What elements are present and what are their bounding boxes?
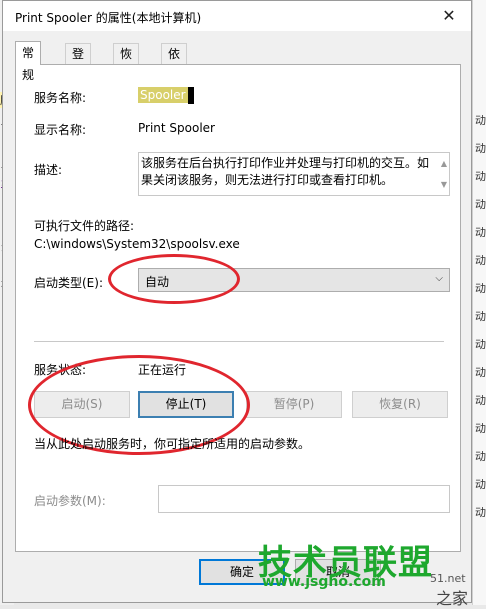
start-params-label: 启动参数(M): (34, 494, 106, 508)
description-textbox[interactable]: 该服务在后台执行打印作业并处理与打印机的交互。如果关闭该服务，则无法进行打印或查… (138, 152, 450, 196)
tab-general[interactable]: 常规 (15, 41, 42, 82)
tab-dependencies[interactable]: 依存关系 (161, 43, 188, 121)
path-label: 可执行文件的路径: (34, 219, 135, 233)
pause-button[interactable]: 暂停(P) (246, 391, 342, 418)
service-name-value[interactable]: Spooler (138, 87, 188, 103)
watermark-corner: 之家 (436, 589, 469, 608)
scroll-up-icon[interactable]: ▲ (441, 155, 447, 172)
bg-fragment: 动 (475, 366, 486, 379)
display-name-value[interactable]: Print Spooler (138, 121, 215, 135)
bg-fragment: 动 (475, 338, 486, 351)
close-icon[interactable]: ✕ (427, 1, 471, 31)
background-window-right: 动 动 动 动 动 动 动 动 动 动 动 动 动 动 动 (472, 0, 486, 605)
bg-fragment: 动 (475, 170, 486, 183)
bg-fragment: 动 (475, 422, 486, 435)
bg-fragment: 动 (475, 478, 486, 491)
description-label: 描述: (34, 163, 63, 177)
scroll-down-icon[interactable]: ▼ (441, 176, 447, 193)
watermark-url: www.jsgho.com (262, 574, 386, 590)
tab-recovery[interactable]: 恢复 (113, 43, 140, 81)
watermark-corner: 51.net (430, 572, 466, 585)
bg-fragment: 动 (475, 282, 486, 295)
bg-fragment: 动 (475, 226, 486, 239)
start-params-input[interactable] (158, 485, 450, 513)
chevron-down-icon: ⌵ (435, 273, 443, 284)
path-value[interactable]: C:\windows\System32\spoolsv.exe (34, 237, 240, 251)
bg-fragment: 动 (475, 394, 486, 407)
section-divider (34, 341, 444, 342)
description-text: 该服务在后台执行打印作业并处理与打印机的交互。如果关闭该服务，则无法进行打印或查… (141, 156, 430, 187)
annotation-ellipse (108, 254, 240, 304)
bg-fragment: 动 (475, 450, 486, 463)
start-params-hint: 当从此处启动服务时，你可指定所适用的启动参数。 (34, 437, 311, 451)
title-bar[interactable]: Print Spooler 的属性(本地计算机) ✕ (3, 1, 471, 31)
startup-type-label: 启动类型(E): (34, 276, 103, 290)
bg-fragment: 动 (475, 198, 486, 211)
bg-fragment: 动 (475, 142, 486, 155)
service-properties-dialog: Print Spooler 的属性(本地计算机) ✕ 常规 登录 恢复 依存关系… (2, 0, 472, 603)
general-tab-panel: 服务名称: Spooler 显示名称: Print Spooler 描述: 该服… (15, 64, 461, 552)
dialog-title: Print Spooler 的属性(本地计算机) (15, 11, 202, 25)
bg-fragment: 动 (475, 310, 486, 323)
bg-fragment: 动 (475, 506, 486, 519)
service-name-label: 服务名称: (34, 91, 87, 105)
bg-fragment: 动 (475, 114, 486, 127)
tab-logon[interactable]: 登录 (65, 43, 92, 81)
resume-button[interactable]: 恢复(R) (352, 391, 448, 418)
description-scrollbar[interactable]: ▲ ▼ (435, 153, 449, 195)
text-cursor (188, 87, 194, 104)
display-name-label: 显示名称: (34, 123, 87, 137)
bg-fragment: 动 (475, 254, 486, 267)
